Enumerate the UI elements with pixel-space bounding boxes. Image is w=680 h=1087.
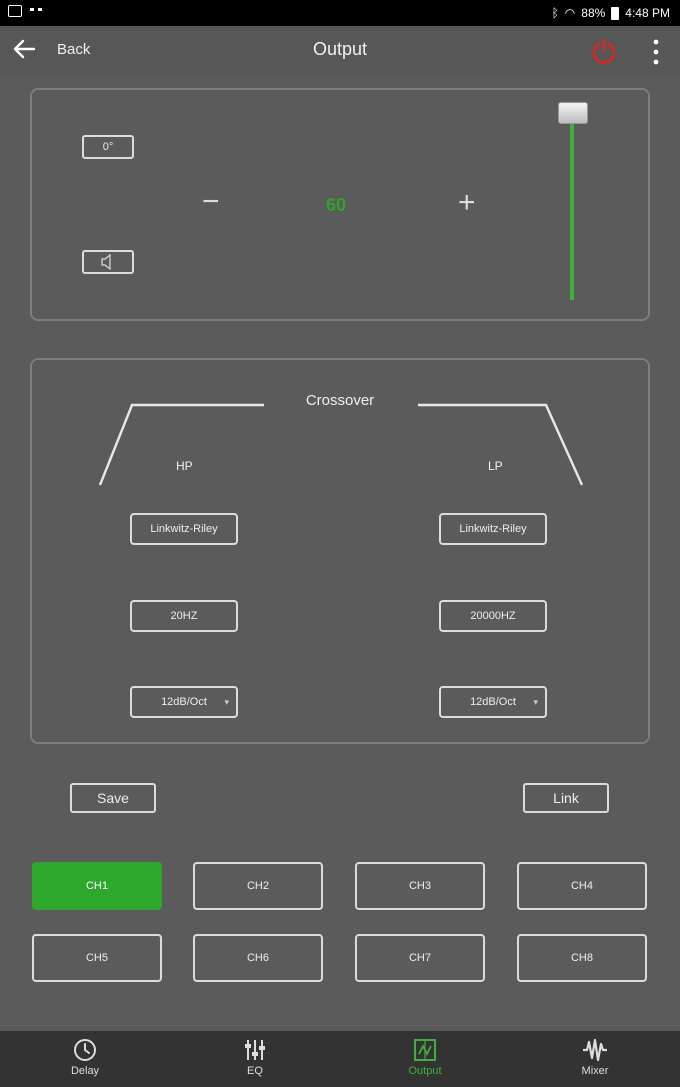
channel-button-ch3[interactable]: CH3 (355, 862, 485, 910)
channel-button-ch6[interactable]: CH6 (193, 934, 323, 982)
clock-time: 4:48 PM (625, 6, 670, 20)
volume-slider-track[interactable] (570, 120, 574, 300)
chevron-down-icon: ▾ (224, 697, 229, 707)
page-title: Output (312, 39, 368, 59)
back-button[interactable]: Back (57, 41, 90, 58)
nav-item-mixer[interactable]: Mixer (510, 1031, 680, 1087)
nav-item-delay[interactable]: Delay (0, 1031, 170, 1087)
back-arrow-icon[interactable] (10, 35, 38, 63)
hp-slope-value: 12dB/Oct (161, 696, 207, 708)
nav-label-eq: EQ (247, 1065, 263, 1077)
volume-value: 60 (326, 195, 347, 215)
hp-label: HP (176, 459, 193, 473)
hp-slope-select[interactable]: 12dB/Oct ▾ (130, 686, 238, 718)
nav-item-output[interactable]: Output (340, 1031, 510, 1087)
more-vert-icon[interactable] (646, 37, 666, 67)
power-icon[interactable] (590, 37, 618, 65)
image-notification-icon (8, 5, 22, 17)
hp-filter-type-button[interactable]: Linkwitz-Riley (130, 513, 238, 545)
clock-icon (74, 1039, 96, 1061)
save-button[interactable]: Save (70, 783, 156, 813)
crossover-curve-graphic (98, 403, 584, 486)
nav-item-eq[interactable]: EQ (170, 1031, 340, 1087)
nav-label-mixer: Mixer (581, 1065, 609, 1077)
lp-filter-type-button[interactable]: Linkwitz-Riley (439, 513, 547, 545)
crossover-title: Crossover (305, 392, 375, 409)
mute-button[interactable] (82, 250, 134, 274)
speaker-icon (101, 253, 111, 271)
mixer-icon (583, 1038, 607, 1062)
nav-label-output: Output (408, 1065, 442, 1077)
notification-dots-icon (30, 8, 42, 14)
status-bar: ᛒ ◠ 88% 4:48 PM (0, 0, 680, 26)
lp-label: LP (488, 459, 503, 473)
battery-icon (611, 6, 620, 20)
battery-percent: 88% (581, 6, 606, 20)
hp-frequency-input[interactable]: 20HZ (130, 600, 238, 632)
equalizer-icon (245, 1040, 265, 1060)
chevron-down-icon: ▾ (533, 697, 538, 707)
channel-button-ch2[interactable]: CH2 (193, 862, 323, 910)
lp-frequency-input[interactable]: 20000HZ (439, 600, 547, 632)
channel-button-ch7[interactable]: CH7 (355, 934, 485, 982)
nav-label-delay: Delay (70, 1065, 100, 1077)
channel-button-ch5[interactable]: CH5 (32, 934, 162, 982)
volume-panel: 0° − 60 + (30, 88, 650, 321)
volume-increase-button[interactable]: + (458, 186, 476, 220)
app-bar: Back Output (0, 26, 680, 76)
lp-slope-value: 12dB/Oct (470, 696, 516, 708)
phase-button[interactable]: 0° (82, 135, 134, 159)
volume-slider-handle[interactable] (558, 102, 588, 124)
channel-button-ch8[interactable]: CH8 (517, 934, 647, 982)
channel-button-ch4[interactable]: CH4 (517, 862, 647, 910)
lp-slope-select[interactable]: 12dB/Oct ▾ (439, 686, 547, 718)
link-button[interactable]: Link (523, 783, 609, 813)
crossover-panel: Crossover HP LP Linkwitz-Riley Linkwitz-… (30, 358, 650, 744)
output-icon (414, 1039, 436, 1061)
bottom-navigation: Delay EQ Output Mixer (0, 1031, 680, 1087)
wifi-icon: ◠ (564, 6, 576, 20)
channel-button-ch1[interactable]: CH1 (32, 862, 162, 910)
volume-decrease-button[interactable]: − (202, 185, 220, 219)
bluetooth-icon: ᛒ (551, 6, 559, 20)
